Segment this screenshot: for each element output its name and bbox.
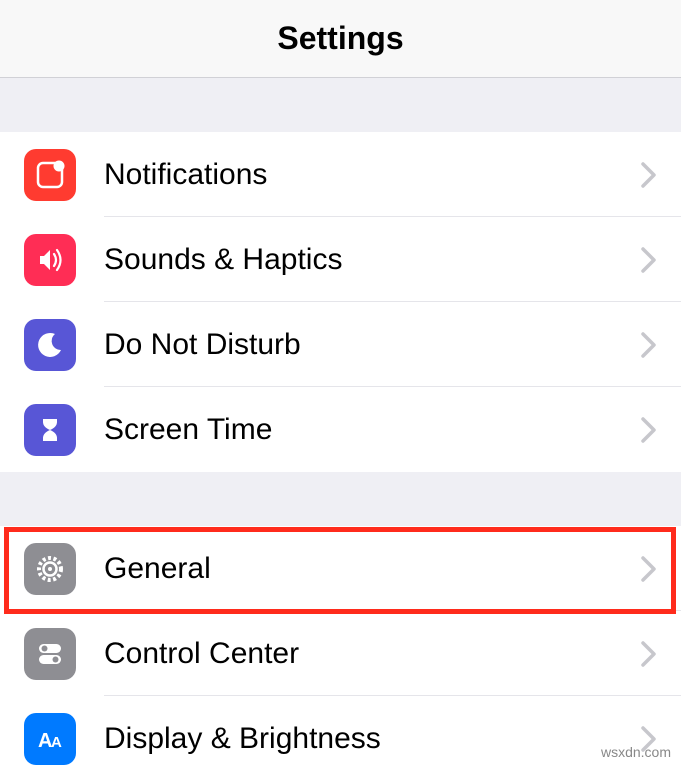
hourglass-icon: [24, 404, 76, 456]
toggle-icon: [24, 628, 76, 680]
settings-group-2: General Control Center A A Display: [0, 526, 681, 781]
row-label: Display & Brightness: [104, 722, 641, 756]
notifications-icon: [24, 149, 76, 201]
section-spacer: [0, 472, 681, 526]
moon-icon: [24, 319, 76, 371]
gear-icon: [24, 543, 76, 595]
row-notifications[interactable]: Notifications: [0, 132, 681, 217]
chevron-right-icon: [641, 640, 657, 668]
chevron-right-icon: [641, 331, 657, 359]
row-screen-time[interactable]: Screen Time: [0, 387, 681, 472]
row-sounds-haptics[interactable]: Sounds & Haptics: [0, 217, 681, 302]
chevron-right-icon: [641, 246, 657, 274]
row-label: Notifications: [104, 158, 641, 192]
chevron-right-icon: [641, 161, 657, 189]
row-do-not-disturb[interactable]: Do Not Disturb: [0, 302, 681, 387]
page-title: Settings: [277, 20, 403, 57]
watermark: wsxdn.com: [601, 744, 671, 760]
text-size-icon: A A: [24, 713, 76, 765]
settings-group-1: Notifications Sounds & Haptics Do Not Di…: [0, 132, 681, 472]
chevron-right-icon: [641, 416, 657, 444]
svg-text:A: A: [51, 734, 62, 751]
row-label: Sounds & Haptics: [104, 243, 641, 277]
header: Settings: [0, 0, 681, 78]
row-label: Control Center: [104, 637, 641, 671]
row-control-center[interactable]: Control Center: [0, 611, 681, 696]
sounds-icon: [24, 234, 76, 286]
row-display-brightness[interactable]: A A Display & Brightness: [0, 696, 681, 781]
row-general[interactable]: General: [0, 526, 681, 611]
chevron-right-icon: [641, 555, 657, 583]
row-label: Screen Time: [104, 413, 641, 447]
row-label: General: [104, 552, 641, 586]
row-label: Do Not Disturb: [104, 328, 641, 362]
section-spacer: [0, 78, 681, 132]
